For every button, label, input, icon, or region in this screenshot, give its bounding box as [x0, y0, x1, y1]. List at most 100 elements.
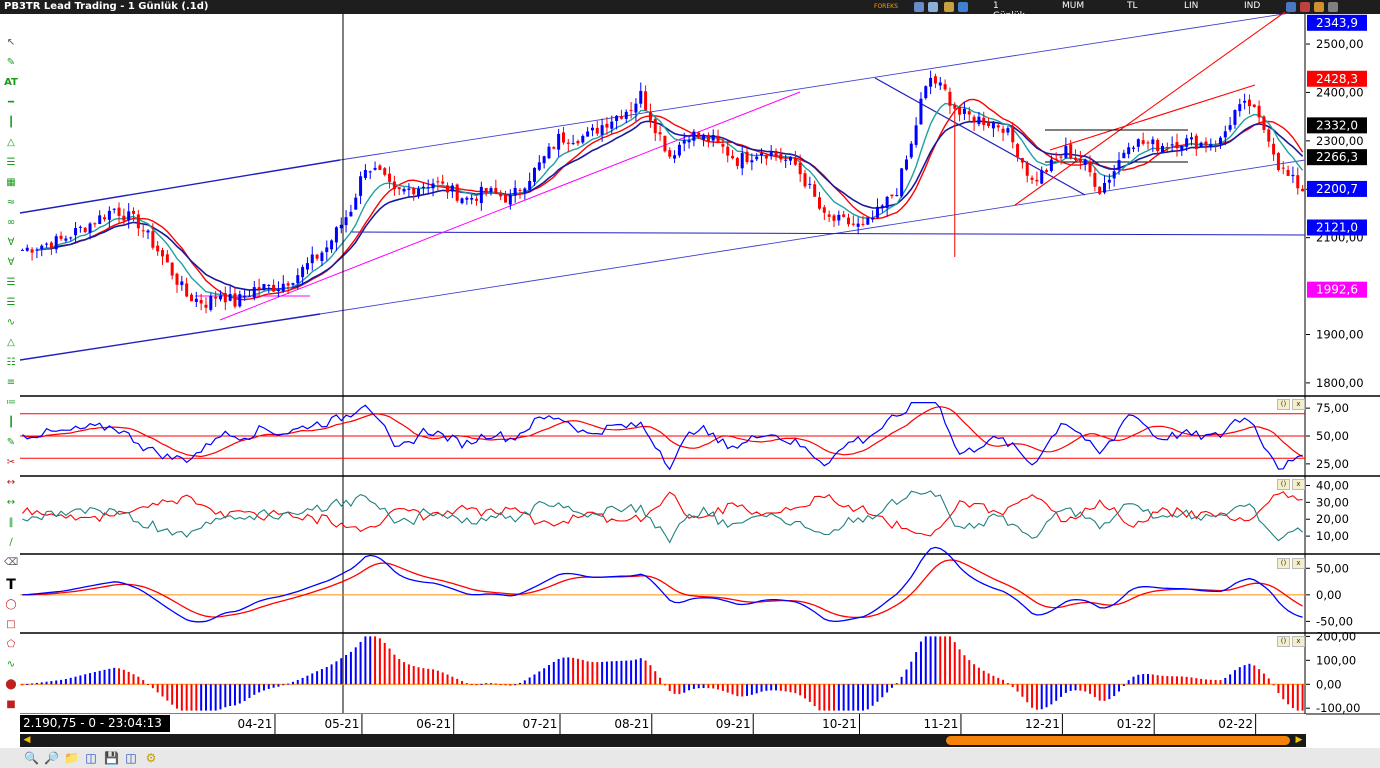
candle: [204, 304, 208, 308]
candle: [339, 224, 343, 229]
hist-bar: [813, 684, 816, 707]
hist-bar: [958, 649, 961, 685]
candle: [499, 193, 503, 197]
pane-settings-button[interactable]: (): [1277, 399, 1290, 410]
candle: [1262, 116, 1266, 130]
pane-settings-button[interactable]: (): [1277, 479, 1290, 490]
hist-bar: [688, 684, 691, 691]
candle: [223, 293, 227, 303]
pane-close-button[interactable]: x: [1292, 399, 1305, 410]
zoom-icon[interactable]: 🔍: [24, 751, 39, 765]
candle: [1185, 138, 1189, 147]
hist-bar: [31, 683, 34, 685]
candle: [484, 188, 488, 193]
candle: [842, 214, 846, 217]
hist-bar: [562, 657, 565, 685]
hist-bar: [432, 669, 435, 685]
candle: [875, 206, 879, 218]
candle: [238, 294, 242, 307]
candle: [871, 217, 875, 220]
candle: [141, 230, 145, 232]
rsi-tick-label: 75,00: [1316, 401, 1349, 415]
hist-bar: [915, 652, 918, 685]
hist-bar: [407, 664, 410, 685]
candle: [383, 168, 387, 175]
dmi-tick-label: 40,00: [1316, 478, 1349, 492]
storage-icon[interactable]: ◫: [124, 751, 138, 765]
settings-icon[interactable]: ⚙: [144, 751, 158, 765]
candle: [494, 187, 498, 194]
price-label: 1992,6: [1316, 283, 1358, 297]
candle: [325, 247, 329, 253]
hist-bar: [659, 677, 662, 685]
hist-tick-label: 200,00: [1316, 629, 1356, 643]
hist-bar: [378, 638, 381, 685]
hist-bar: [948, 636, 951, 685]
hist-bar: [40, 682, 43, 685]
candle: [537, 162, 541, 170]
candle: [378, 165, 382, 170]
candle: [450, 185, 454, 192]
hist-bar: [746, 684, 749, 696]
hist-bar: [185, 684, 188, 711]
candle: [769, 152, 773, 157]
candle: [745, 151, 749, 163]
candle: [595, 127, 599, 134]
candle: [136, 214, 140, 229]
pane-close-button[interactable]: x: [1292, 479, 1305, 490]
hist-bar: [1108, 684, 1111, 700]
candle: [20, 249, 24, 251]
chart-canvas[interactable]: 2500,002400,002300,002200,002100,001900,…: [0, 0, 1380, 768]
database-icon[interactable]: ◫: [84, 751, 98, 765]
candle: [890, 194, 894, 197]
candle: [470, 197, 474, 200]
hist-bar: [253, 684, 256, 695]
hist-bar: [98, 670, 101, 685]
candle: [972, 116, 976, 123]
candle: [953, 104, 957, 109]
candle: [663, 135, 667, 152]
hist-bar: [736, 684, 739, 697]
hist-bar: [161, 684, 164, 697]
candle: [576, 141, 580, 144]
hist-bar: [287, 683, 290, 685]
hist-bar: [1035, 684, 1038, 710]
candle: [392, 181, 396, 190]
hist-bar: [668, 684, 671, 692]
hist-bar: [335, 661, 338, 685]
hist-bar: [784, 684, 787, 692]
scroll-right-icon[interactable]: ▶: [1294, 735, 1304, 745]
candle: [1218, 137, 1222, 145]
candle: [639, 90, 643, 104]
candle: [1107, 179, 1111, 183]
hist-bar: [311, 673, 314, 685]
zoom-out-icon[interactable]: 🔎: [44, 751, 59, 765]
hist-bar: [567, 657, 570, 685]
hist-bar: [1074, 684, 1077, 691]
hist-bar: [195, 684, 198, 711]
pane-settings-button[interactable]: (): [1277, 636, 1290, 647]
hist-bar: [176, 684, 179, 709]
save-icon[interactable]: 💾: [104, 751, 119, 765]
candle: [1160, 146, 1164, 153]
candle: [194, 298, 198, 302]
hist-bar: [881, 684, 884, 698]
folder-icon[interactable]: 📁: [64, 751, 79, 765]
hist-bar: [1069, 684, 1072, 691]
pane-close-button[interactable]: x: [1292, 558, 1305, 569]
hist-bar: [224, 684, 227, 708]
horizontal-scrollbar[interactable]: ◀ ▶: [20, 734, 1306, 747]
hist-bar: [765, 684, 768, 691]
scroll-left-icon[interactable]: ◀: [22, 735, 32, 745]
candle: [291, 283, 295, 285]
hist-bar: [1089, 684, 1092, 694]
macd-tick-label: -50,00: [1316, 614, 1353, 628]
scrollbar-thumb[interactable]: [946, 736, 1290, 745]
hist-bar: [74, 676, 77, 685]
pane-settings-button[interactable]: (): [1277, 558, 1290, 569]
hist-bar: [533, 674, 536, 685]
hist-bar: [345, 654, 348, 685]
hist-bar: [272, 684, 275, 688]
candle: [1267, 129, 1271, 142]
pane-close-button[interactable]: x: [1292, 636, 1305, 647]
